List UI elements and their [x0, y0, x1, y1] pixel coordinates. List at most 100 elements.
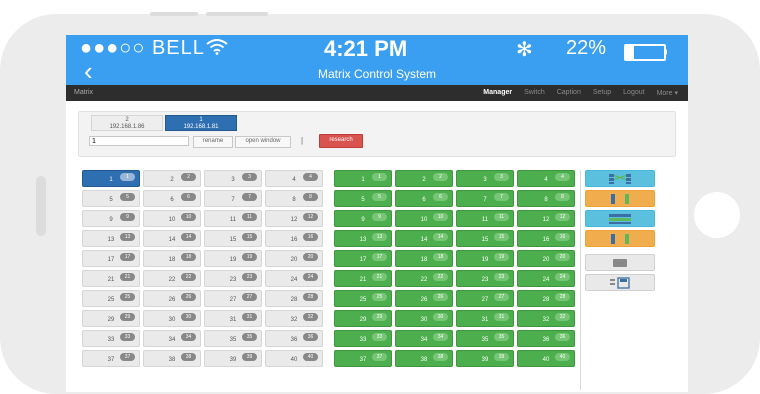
- input-button[interactable]: 19 19: [204, 250, 262, 267]
- input-button[interactable]: 15 15: [204, 230, 262, 247]
- input-button[interactable]: 55: [82, 190, 140, 207]
- output-button[interactable]: 27 27: [456, 290, 514, 307]
- input-button[interactable]: 99: [82, 210, 140, 227]
- home-button[interactable]: [694, 192, 740, 238]
- output-button[interactable]: 66: [395, 190, 453, 207]
- output-button[interactable]: 38 38: [395, 350, 453, 367]
- device-tab-2[interactable]: 2 192.168.1.86: [91, 115, 163, 131]
- output-button[interactable]: 77: [456, 190, 514, 207]
- input-button[interactable]: 20 20: [265, 250, 323, 267]
- output-button[interactable]: 36 36: [517, 330, 575, 347]
- input-button[interactable]: 33 33: [82, 330, 140, 347]
- output-button[interactable]: 14 14: [395, 230, 453, 247]
- input-button[interactable]: 30 30: [143, 310, 201, 327]
- output-button[interactable]: 99: [334, 210, 392, 227]
- device-tab-1[interactable]: 1 192.168.1.81: [165, 115, 237, 131]
- output-button[interactable]: 37 37: [334, 350, 392, 367]
- input-button[interactable]: 23 23: [204, 270, 262, 287]
- input-button[interactable]: 13 13: [82, 230, 140, 247]
- output-button[interactable]: 33 33: [334, 330, 392, 347]
- output-button[interactable]: 30 30: [395, 310, 453, 327]
- matrix-all-button[interactable]: [585, 170, 655, 187]
- input-button[interactable]: 21 21: [82, 270, 140, 287]
- output-button[interactable]: 21 21: [334, 270, 392, 287]
- input-button[interactable]: 22: [143, 170, 201, 187]
- rename-button[interactable]: rename: [193, 136, 233, 148]
- nav-link-3[interactable]: Setup: [593, 89, 611, 97]
- input-button[interactable]: 39 39: [204, 350, 262, 367]
- input-button[interactable]: 36 36: [265, 330, 323, 347]
- matrix-grid-button[interactable]: [585, 210, 655, 227]
- input-button[interactable]: 26 26: [143, 290, 201, 307]
- input-button[interactable]: 14 14: [143, 230, 201, 247]
- input-button[interactable]: 37 37: [82, 350, 140, 367]
- input-button[interactable]: 29 29: [82, 310, 140, 327]
- input-button[interactable]: 66: [143, 190, 201, 207]
- output-button[interactable]: 17 17: [334, 250, 392, 267]
- output-button[interactable]: 55: [334, 190, 392, 207]
- navbar-brand[interactable]: Matrix: [74, 89, 93, 96]
- input-button[interactable]: 28 28: [265, 290, 323, 307]
- input-button[interactable]: 25 25: [82, 290, 140, 307]
- output-button[interactable]: 19 19: [456, 250, 514, 267]
- output-button[interactable]: 16 16: [517, 230, 575, 247]
- nav-link-4[interactable]: Logout: [623, 89, 644, 97]
- output-button[interactable]: 35 35: [456, 330, 514, 347]
- output-button[interactable]: 28 28: [517, 290, 575, 307]
- research-button[interactable]: research: [319, 134, 363, 148]
- input-button[interactable]: 16 16: [265, 230, 323, 247]
- input-button[interactable]: 10 10: [143, 210, 201, 227]
- input-button[interactable]: 17 17: [82, 250, 140, 267]
- output-button[interactable]: 22: [395, 170, 453, 187]
- output-button[interactable]: 22 22: [395, 270, 453, 287]
- input-button[interactable]: 24 24: [265, 270, 323, 287]
- output-button[interactable]: 15 15: [456, 230, 514, 247]
- output-button[interactable]: 20 20: [517, 250, 575, 267]
- input-button[interactable]: 18 18: [143, 250, 201, 267]
- input-button[interactable]: 88: [265, 190, 323, 207]
- output-button[interactable]: 12 12: [517, 210, 575, 227]
- output-button[interactable]: 44: [517, 170, 575, 187]
- input-button[interactable]: 38 38: [143, 350, 201, 367]
- name-input[interactable]: 1: [89, 136, 189, 146]
- input-button[interactable]: 22 22: [143, 270, 201, 287]
- list-save-button[interactable]: [585, 274, 655, 291]
- output-button[interactable]: 23 23: [456, 270, 514, 287]
- output-button[interactable]: 11 11: [456, 210, 514, 227]
- input-button[interactable]: 27 27: [204, 290, 262, 307]
- input-button[interactable]: 40 40: [265, 350, 323, 367]
- output-button[interactable]: 31 31: [456, 310, 514, 327]
- output-button[interactable]: 18 18: [395, 250, 453, 267]
- output-button[interactable]: 39 39: [456, 350, 514, 367]
- output-button[interactable]: 34 34: [395, 330, 453, 347]
- output-button[interactable]: 10 10: [395, 210, 453, 227]
- output-button[interactable]: 25 25: [334, 290, 392, 307]
- input-button[interactable]: 11 11: [204, 210, 262, 227]
- nav-link-5[interactable]: More ▾: [657, 89, 678, 97]
- input-button[interactable]: 33: [204, 170, 262, 187]
- input-button[interactable]: 11: [82, 170, 140, 187]
- input-button[interactable]: 34 34: [143, 330, 201, 347]
- input-button[interactable]: 77: [204, 190, 262, 207]
- output-button[interactable]: 26 26: [395, 290, 453, 307]
- output-button[interactable]: 33: [456, 170, 514, 187]
- input-button[interactable]: 12 12: [265, 210, 323, 227]
- output-button[interactable]: 11: [334, 170, 392, 187]
- output-button[interactable]: 40 40: [517, 350, 575, 367]
- input-button[interactable]: 31 31: [204, 310, 262, 327]
- input-button[interactable]: 32 32: [265, 310, 323, 327]
- output-button[interactable]: 32 32: [517, 310, 575, 327]
- nav-link-2[interactable]: Caption: [557, 89, 581, 97]
- nav-link-0[interactable]: Manager: [483, 89, 512, 97]
- scene-button[interactable]: [585, 254, 655, 271]
- output-button[interactable]: 29 29: [334, 310, 392, 327]
- input-button[interactable]: 44: [265, 170, 323, 187]
- matrix-row-button[interactable]: [585, 230, 655, 247]
- output-button[interactable]: 13 13: [334, 230, 392, 247]
- open-window-button[interactable]: open window: [235, 136, 291, 148]
- output-button[interactable]: 24 24: [517, 270, 575, 287]
- output-button[interactable]: 88: [517, 190, 575, 207]
- matrix-row-button[interactable]: [585, 190, 655, 207]
- input-button[interactable]: 35 35: [204, 330, 262, 347]
- nav-link-1[interactable]: Switch: [524, 89, 545, 97]
